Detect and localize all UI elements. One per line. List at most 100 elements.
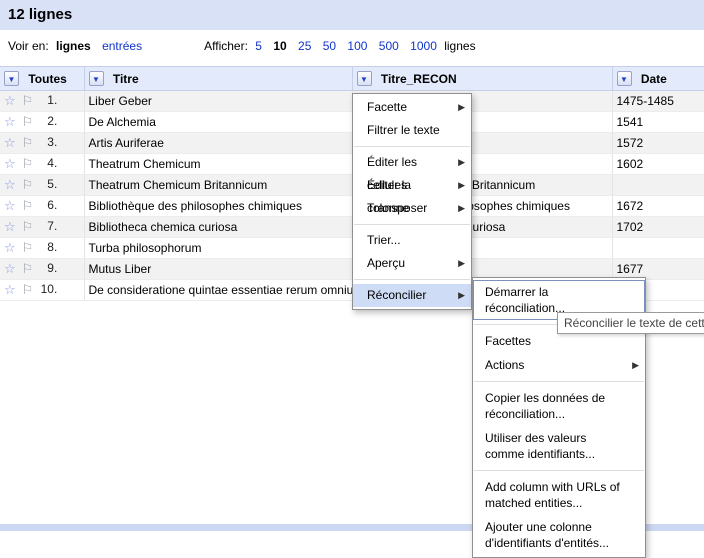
titre-dropdown-button[interactable]: ▼: [89, 71, 104, 86]
cell-date[interactable]: [612, 238, 704, 259]
menu-item-label: Actions: [485, 358, 524, 372]
page-size-5[interactable]: 5: [255, 39, 262, 53]
row-number: 5.: [33, 177, 57, 191]
cell-titre[interactable]: Liber Geber: [84, 91, 352, 112]
cell-titre[interactable]: Theatrum Chemicum: [84, 154, 352, 175]
menu-item-label: Filtrer le texte: [367, 123, 440, 137]
submenu-item-copy-reconciliation-data[interactable]: Copier les données de réconciliation...: [473, 386, 645, 426]
page-size-500[interactable]: 500: [379, 39, 399, 53]
star-icon[interactable]: ☆: [4, 177, 16, 192]
star-icon[interactable]: ☆: [4, 219, 16, 234]
star-icon[interactable]: ☆: [4, 156, 16, 171]
submenu-item-use-values-as-identifiers[interactable]: Utiliser des valeurs comme identifiants.…: [473, 426, 645, 466]
menu-item-label: Utiliser des valeurs comme identifiants.…: [485, 431, 595, 461]
cell-titre[interactable]: Artis Auriferae: [84, 133, 352, 154]
page-size-1000[interactable]: 1000: [410, 39, 437, 53]
row-controls: ☆ ⚐9.: [0, 259, 84, 280]
column-header-label: Toutes: [28, 72, 66, 86]
titre-recon-dropdown-button[interactable]: ▼: [357, 71, 372, 86]
star-icon[interactable]: ☆: [4, 282, 16, 297]
flag-icon[interactable]: ⚐: [22, 282, 34, 297]
chevron-down-icon: ▼: [360, 75, 368, 84]
date-dropdown-button[interactable]: ▼: [617, 71, 632, 86]
flag-icon[interactable]: ⚐: [22, 114, 34, 129]
toutes-dropdown-button[interactable]: ▼: [4, 71, 19, 86]
page-size-100[interactable]: 100: [347, 39, 367, 53]
cell-titre[interactable]: Bibliotheca chemica curiosa: [84, 217, 352, 238]
menu-item-sort[interactable]: Trier...: [353, 229, 471, 252]
cell-date[interactable]: 1672: [612, 196, 704, 217]
star-icon[interactable]: ☆: [4, 240, 16, 255]
cell-date[interactable]: 1541: [612, 112, 704, 133]
cell-titre[interactable]: Mutus Liber: [84, 259, 352, 280]
cell-titre[interactable]: Bibliothèque des philosophes chimiques: [84, 196, 352, 217]
menu-item-label: Démarrer la réconciliation...: [485, 285, 565, 315]
flag-icon[interactable]: ⚐: [22, 177, 34, 192]
flag-icon[interactable]: ⚐: [22, 240, 34, 255]
row-number: 10.: [33, 282, 57, 296]
flag-icon[interactable]: ⚐: [22, 93, 34, 108]
cell-titre[interactable]: Turba philosophorum: [84, 238, 352, 259]
row-controls: ☆⚐4.: [0, 154, 84, 175]
rows-suffix-label: lignes: [444, 39, 475, 53]
flag-icon[interactable]: ⚐: [22, 198, 34, 213]
menu-item-label: Transposer: [367, 201, 427, 215]
row-number: 6.: [33, 198, 57, 212]
column-header-label: Titre: [113, 72, 139, 86]
menu-item-filter-text[interactable]: Filtrer le texte: [353, 119, 471, 142]
menu-item-label: Ajouter une colonne d'identifiants d'ent…: [485, 520, 609, 550]
row-controls: ☆ ⚐6.: [0, 196, 84, 217]
chevron-down-icon: ▼: [92, 75, 100, 84]
column-header-label: Date: [641, 72, 667, 86]
cell-date[interactable]: 1602: [612, 154, 704, 175]
submenu-item-add-column-entity-ids[interactable]: Ajouter une colonne d'identifiants d'ent…: [473, 515, 645, 555]
submenu-item-actions[interactable]: Actions▶: [473, 353, 645, 377]
cell-date[interactable]: 1475-1485: [612, 91, 704, 112]
row-controls: ☆ ⚐5.: [0, 175, 84, 196]
menu-item-edit-cells[interactable]: Éditer les cellules▶: [353, 151, 471, 174]
view-records-link[interactable]: entrées: [102, 39, 142, 53]
star-icon[interactable]: ☆: [4, 135, 16, 150]
page-title: 12 lignes: [0, 0, 704, 30]
cell-titre[interactable]: De consideratione quintae essentiae reru…: [84, 280, 352, 301]
menu-item-label: Réconcilier: [367, 288, 426, 302]
menu-item-label: Trier...: [367, 233, 401, 247]
flag-icon[interactable]: ⚐: [22, 135, 34, 150]
submenu-item-add-column-urls[interactable]: Add column with URLs of matched entities…: [473, 475, 645, 515]
flag-icon[interactable]: ⚐: [22, 261, 34, 276]
row-controls: ☆⚐1.: [0, 91, 84, 112]
menu-item-edit-column[interactable]: Éditer la colonne▶: [353, 174, 471, 197]
row-controls: ☆⚐2.: [0, 112, 84, 133]
view-rows-option[interactable]: lignes: [56, 39, 91, 53]
menu-item-transpose[interactable]: Transposer▶: [353, 197, 471, 220]
cell-date[interactable]: [612, 175, 704, 196]
submenu-arrow-icon: ▶: [458, 252, 465, 275]
page-size-25[interactable]: 25: [298, 39, 311, 53]
menu-item-view[interactable]: Aperçu ▶: [353, 252, 471, 275]
show-label: Afficher:: [204, 39, 248, 53]
page-size-50[interactable]: 50: [323, 39, 336, 53]
star-icon[interactable]: ☆: [4, 261, 16, 276]
row-controls: ☆⚐3.: [0, 133, 84, 154]
menu-item-reconcile[interactable]: Réconcilier▶: [353, 284, 471, 307]
cell-date[interactable]: 1702: [612, 217, 704, 238]
star-icon[interactable]: ☆: [4, 114, 16, 129]
menu-item-facette[interactable]: Facette▶: [353, 96, 471, 119]
cell-titre[interactable]: Theatrum Chemicum Britannicum: [84, 175, 352, 196]
submenu-arrow-icon: ▶: [458, 151, 465, 174]
flag-icon[interactable]: ⚐: [22, 156, 34, 171]
menu-divider: [354, 224, 470, 225]
cell-date[interactable]: 1572: [612, 133, 704, 154]
menu-item-label: Aperçu: [367, 256, 405, 270]
row-controls: ☆⚐7.: [0, 217, 84, 238]
row-number: 9.: [33, 261, 57, 275]
star-icon[interactable]: ☆: [4, 198, 16, 213]
page-size-10[interactable]: 10: [273, 39, 286, 53]
cell-titre[interactable]: De Alchemia: [84, 112, 352, 133]
submenu-arrow-icon: ▶: [458, 96, 465, 119]
star-icon[interactable]: ☆: [4, 93, 16, 108]
table-header-row: ▼ Toutes ▼ Titre ▼ Titre_RECON ▼ Date: [0, 67, 704, 91]
column-header-toutes: ▼ Toutes: [0, 67, 84, 91]
view-label: Voir en:: [8, 39, 49, 53]
flag-icon[interactable]: ⚐: [22, 219, 34, 234]
